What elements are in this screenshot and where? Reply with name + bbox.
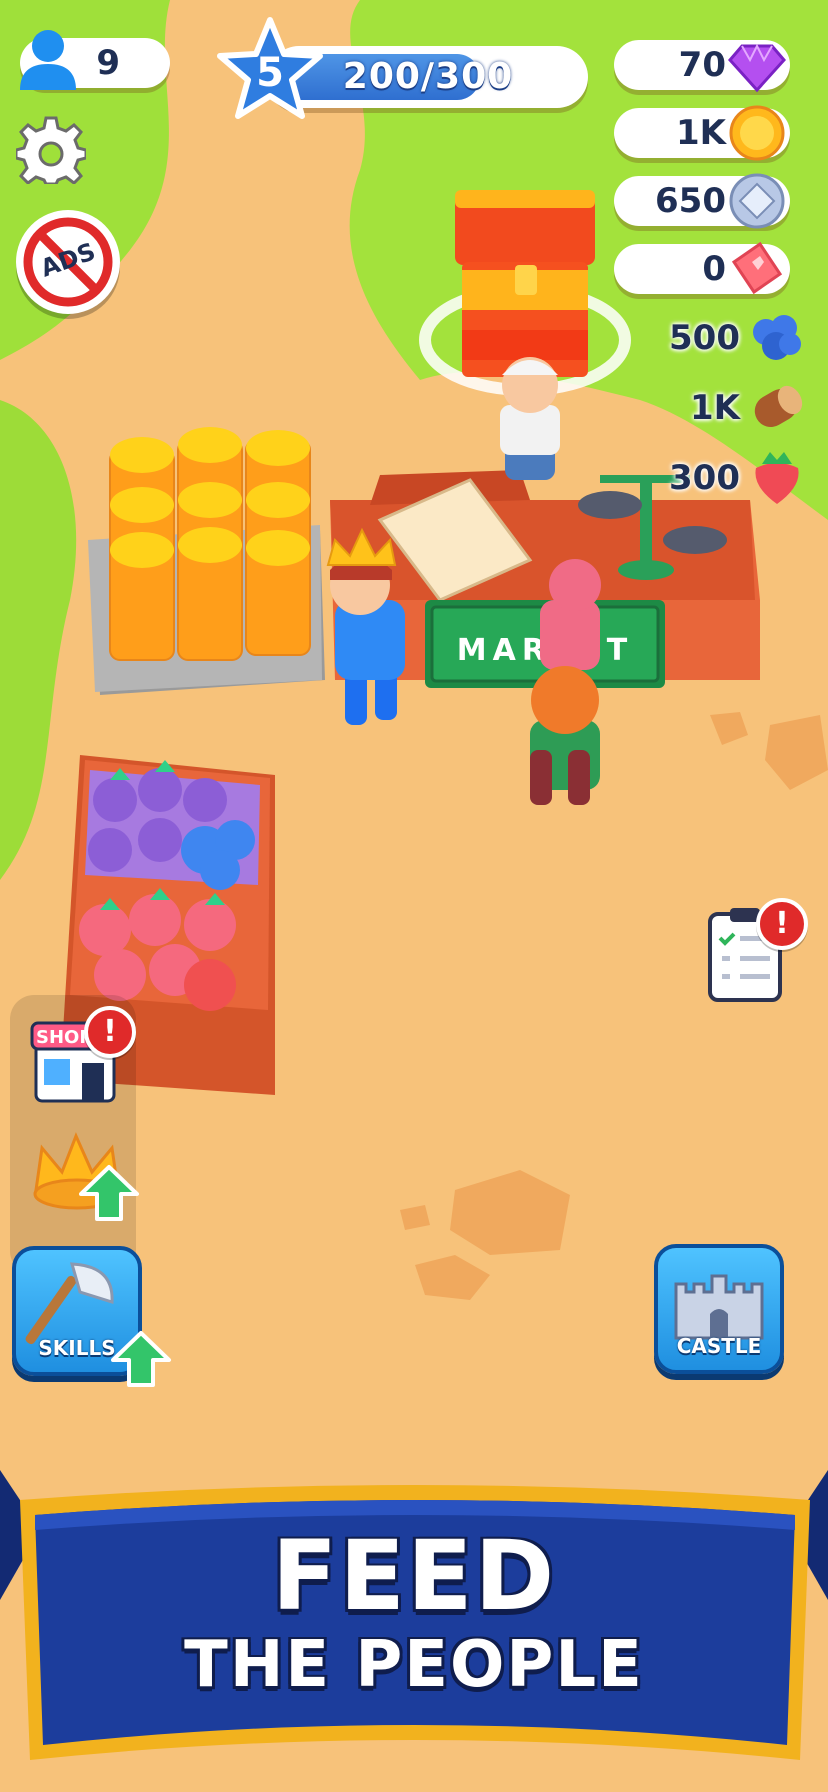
no-ads-button[interactable]: ADS	[16, 210, 120, 314]
banner-title-line2: THE PEOPLE	[184, 1628, 644, 1702]
gems-pill[interactable]: 70	[614, 40, 790, 93]
shop-alert-badge: !	[84, 1006, 136, 1058]
level-number: 5	[256, 50, 284, 96]
upgrade-arrow-icon	[79, 1165, 139, 1221]
treasure-chest	[455, 190, 595, 377]
king-character	[326, 527, 405, 725]
castle-button[interactable]: CASTLE	[654, 1244, 784, 1374]
silver-coin-icon	[729, 173, 785, 229]
tickets-value: 0	[702, 249, 726, 289]
settings-gear-icon[interactable]	[16, 114, 86, 184]
blueberries-value: 500	[669, 318, 740, 358]
ticket-icon	[731, 241, 783, 295]
player-count-value: 9	[96, 43, 120, 83]
person-icon	[20, 30, 76, 90]
level-star-icon: 5	[217, 17, 323, 119]
coins-value: 1K	[675, 113, 726, 153]
shopkeeper-character	[500, 357, 560, 480]
silver-value: 650	[655, 181, 726, 221]
wood-value: 1K	[689, 388, 740, 428]
coins-pill[interactable]: 1K	[614, 105, 790, 161]
gems-value: 70	[678, 45, 726, 85]
blueberry-icon	[753, 315, 801, 360]
skills-upgrade-arrow-icon	[111, 1331, 171, 1387]
tickets-pill[interactable]: 0	[614, 241, 790, 295]
strawberries-value: 300	[669, 458, 740, 498]
banner-title-line1: FEED	[271, 1520, 557, 1632]
grass-left	[0, 400, 77, 880]
wood-log-icon	[754, 385, 803, 427]
coin-icon	[729, 105, 785, 161]
strawberry-icon	[755, 452, 799, 504]
quests-alert-badge: !	[756, 898, 808, 950]
silver-pill[interactable]: 650	[614, 173, 790, 229]
gem-icon	[728, 43, 786, 93]
coin-stacks	[88, 427, 325, 695]
castle-label: CASTLE	[676, 1334, 762, 1358]
